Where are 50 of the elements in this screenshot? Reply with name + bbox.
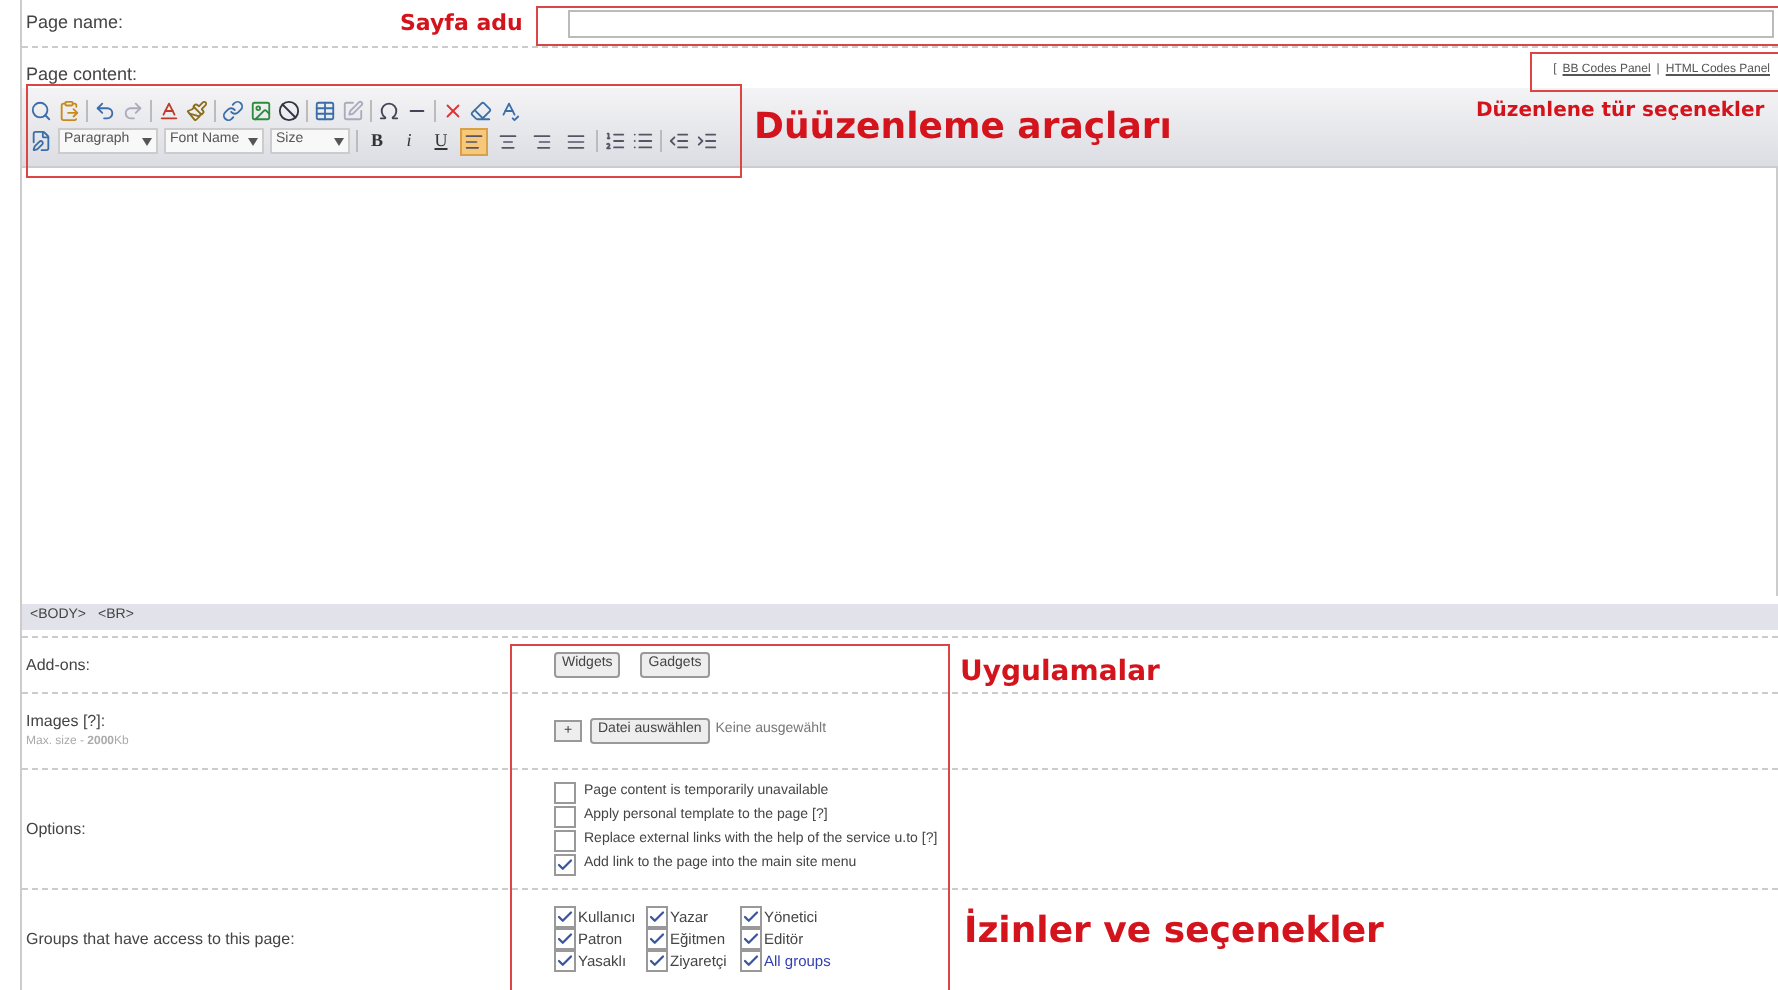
caret-icon [248, 137, 258, 145]
field-label: Groups that have access to this page: [24, 927, 297, 951]
checkbox[interactable] [646, 928, 668, 950]
caret-icon [334, 137, 344, 145]
annotation-label: Düüzenleme araçları [754, 104, 1172, 152]
omega-icon[interactable] [378, 99, 400, 121]
annotation-label: Uygulamalar [960, 654, 1160, 692]
page-name-input[interactable] [567, 9, 1774, 37]
indent-icon[interactable] [696, 130, 718, 152]
checkbox[interactable] [554, 830, 576, 852]
field-label: Add-ons: [24, 653, 93, 677]
search-icon[interactable] [30, 99, 52, 121]
field-label: Images [?]: [26, 710, 108, 734]
style-icon[interactable] [30, 130, 52, 152]
checkbox[interactable] [554, 950, 576, 973]
link-icon[interactable] [222, 99, 244, 121]
checkbox[interactable] [740, 905, 762, 928]
annotation-label: Düzenlene tür seçenekler [1476, 98, 1765, 126]
checkbox[interactable] [740, 950, 762, 973]
format-button[interactable]: U [428, 128, 454, 154]
image-icon[interactable] [250, 99, 272, 121]
checkbox[interactable] [646, 950, 668, 973]
ban-icon[interactable] [278, 99, 300, 121]
undo-icon[interactable] [94, 99, 116, 121]
spellcheck-icon[interactable] [498, 99, 520, 121]
format-button[interactable]: i [396, 128, 422, 154]
checkbox[interactable] [554, 905, 576, 928]
close-icon[interactable] [442, 99, 464, 121]
text-color-icon[interactable] [158, 99, 180, 121]
eraser-icon[interactable] [470, 99, 492, 121]
checkbox[interactable] [554, 806, 576, 828]
numbered-list-icon[interactable] [604, 130, 626, 152]
annotation-label: İzinler ve seçenekler [964, 906, 1384, 956]
format-button[interactable]: B [364, 128, 390, 154]
bullet-list-icon[interactable] [632, 130, 654, 152]
checkbox[interactable] [740, 928, 762, 950]
field-label: Options: [24, 817, 88, 841]
checkbox[interactable] [554, 782, 576, 804]
caret-icon [142, 137, 152, 145]
checkbox[interactable] [554, 928, 576, 950]
checkbox[interactable] [554, 854, 576, 876]
outdent-icon[interactable] [668, 130, 690, 152]
align-button[interactable] [460, 127, 488, 155]
field-label: Page name: [26, 9, 124, 36]
paintbrush-icon[interactable] [186, 99, 208, 121]
checkbox[interactable] [646, 905, 668, 928]
annotation-label: Sayfa adu [400, 8, 523, 40]
clipboard-icon[interactable] [58, 99, 80, 121]
table-icon[interactable] [314, 99, 336, 121]
field-label: Page content: [26, 61, 138, 88]
